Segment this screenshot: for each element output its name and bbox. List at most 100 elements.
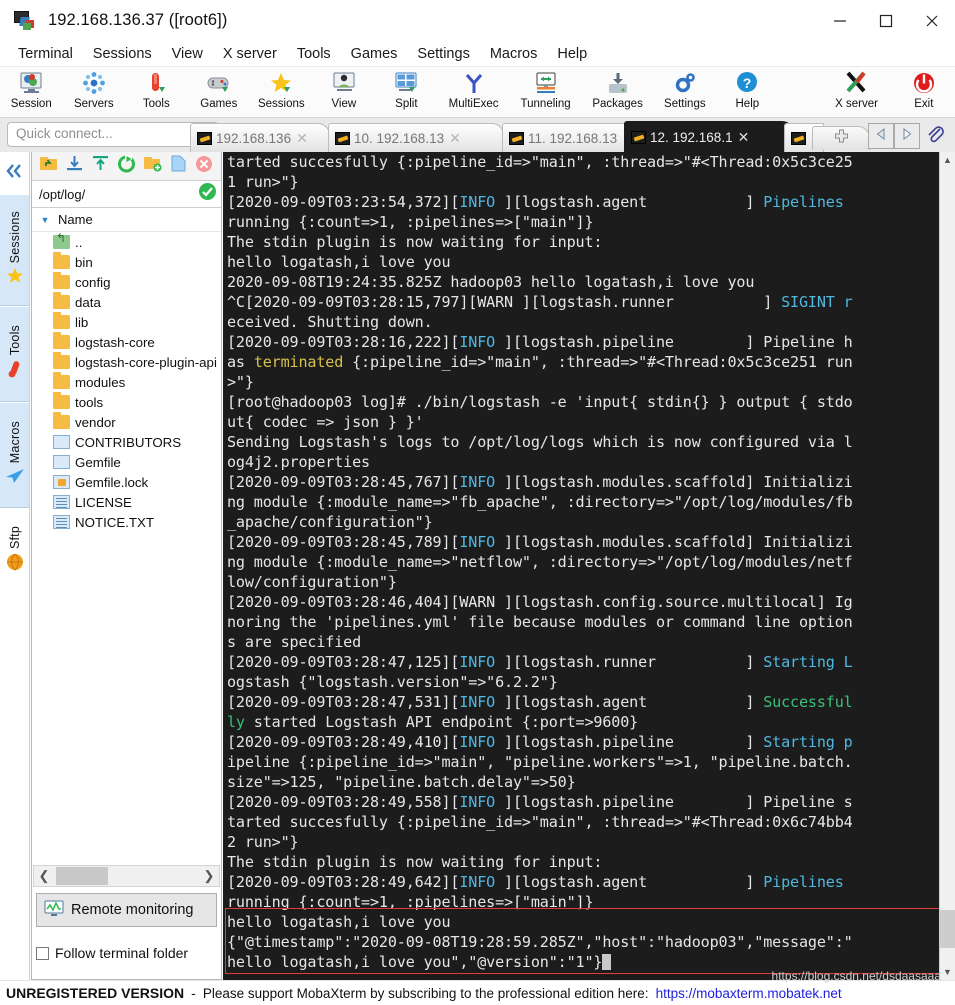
terminal-line: tarted succesfully {:pipeline_id=>"main"… (227, 813, 853, 831)
list-item[interactable]: config (32, 272, 221, 292)
menu-help[interactable]: Help (547, 44, 597, 64)
menu-settings[interactable]: Settings (407, 44, 479, 64)
sftp-go-up-button[interactable] (36, 154, 60, 178)
toolbar-button-view[interactable]: View (313, 69, 376, 110)
status-bar: UNREGISTERED VERSION - Please support Mo… (0, 980, 955, 1005)
terminal-icon (335, 131, 350, 145)
toolbar-button-tunneling[interactable]: Tunneling (510, 69, 582, 110)
scroll-left-arrow-icon[interactable]: ❮ (34, 868, 54, 884)
sftp-column-name[interactable]: Name (58, 212, 93, 227)
terminal-scrollbar[interactable]: ▲ ▼ (939, 152, 955, 980)
list-item[interactable]: logstash-core-plugin-api (32, 352, 221, 372)
close-button[interactable] (909, 0, 955, 42)
tab-close-icon[interactable]: ✕ (296, 130, 308, 147)
status-dash: - (191, 985, 196, 1001)
sftp-browser-panel: /opt/log/ ▼ Name .. bin config data lib … (31, 152, 222, 980)
toolbar-button-tools[interactable]: Tools (125, 69, 188, 110)
tab-label: 12. 192.168.1 (650, 129, 733, 145)
toolbar-button-games[interactable]: Games (188, 69, 251, 110)
multiexec-icon (461, 69, 487, 96)
list-item[interactable]: vendor (32, 412, 221, 432)
toolbar-button-sessions[interactable]: Sessions (250, 69, 313, 110)
tab-close-icon[interactable]: ✕ (449, 130, 461, 147)
attach-button[interactable] (924, 124, 946, 151)
list-item[interactable]: Gemfile.lock (32, 472, 221, 492)
list-item[interactable]: logstash-core (32, 332, 221, 352)
terminal-line: eceived. Shutting down. (227, 313, 433, 331)
sort-descending-icon[interactable]: ▼ (32, 215, 58, 225)
remote-monitoring-button[interactable]: Remote monitoring (36, 893, 217, 927)
sftp-file-list[interactable]: .. bin config data lib logstash-core log… (32, 232, 221, 861)
xserver-icon (844, 69, 870, 96)
menu-sessions[interactable]: Sessions (83, 44, 162, 64)
list-item[interactable]: tools (32, 392, 221, 412)
menu-terminal[interactable]: Terminal (8, 44, 83, 64)
tab-close-icon[interactable]: ✕ (738, 129, 750, 146)
toolbar-label: Games (200, 98, 238, 110)
file-name: NOTICE.TXT (75, 514, 155, 530)
exit-power-icon (911, 69, 937, 96)
terminal-line: [2020-09-09T03:28:49,410][INFO ][logstas… (227, 733, 853, 751)
list-item[interactable]: NOTICE.TXT (32, 512, 221, 532)
terminal-output[interactable]: tarted succesfully {:pipeline_id=>"main"… (223, 152, 955, 980)
session-tab-1[interactable]: 192.168.136 ✕ (190, 123, 330, 152)
sidebar-tab-macros[interactable]: Macros (0, 402, 29, 508)
terminal-line: as terminated {:pipeline_id=>"main", :th… (227, 353, 853, 371)
menu-x-server[interactable]: X server (213, 44, 287, 64)
toolbar-button-servers[interactable]: Servers (63, 69, 126, 110)
terminal-line: noring the 'pipelines.yml' file because … (227, 613, 853, 631)
toolbar-button-exit[interactable]: Exit (893, 69, 955, 110)
tab-nav-next-button[interactable] (894, 123, 920, 149)
status-message: Please support MobaXterm by subscribing … (202, 985, 649, 1001)
follow-terminal-folder-row[interactable]: Follow terminal folder (36, 945, 188, 961)
session-tab-4-active[interactable]: 12. 192.168.1 ✕ (624, 121, 794, 152)
new-tab-button[interactable] (812, 126, 870, 150)
list-item[interactable]: Gemfile (32, 452, 221, 472)
sftp-refresh-button[interactable] (114, 154, 138, 178)
scrollbar-thumb[interactable] (940, 910, 955, 948)
mobaxterm-link[interactable]: https://mobaxterm.mobatek.net (656, 986, 842, 1001)
sftp-new-folder-button[interactable] (140, 154, 164, 178)
sftp-horizontal-scrollbar[interactable]: ❮ ❯ (33, 865, 220, 887)
session-tab-2[interactable]: 10. 192.168.13 ✕ (328, 123, 504, 152)
list-item[interactable]: .. (32, 232, 221, 252)
sidebar-collapse-button[interactable] (0, 152, 29, 194)
toolbar-button-help[interactable]: ? Help (716, 69, 779, 110)
quick-connect-input[interactable]: Quick connect... (7, 122, 219, 147)
follow-terminal-folder-checkbox[interactable] (36, 946, 49, 960)
sidebar-tab-tools[interactable]: Tools (0, 306, 29, 402)
toolbar-button-split[interactable]: Split (375, 69, 438, 110)
toolbar-button-multiexec[interactable]: MultiExec (438, 69, 510, 110)
toolbar-button-packages[interactable]: Packages (582, 69, 654, 110)
folder-icon (53, 312, 70, 329)
sftp-new-file-button[interactable] (166, 154, 190, 178)
list-item[interactable]: data (32, 292, 221, 312)
toolbar-button-session[interactable]: Session (0, 69, 63, 110)
scroll-right-arrow-icon[interactable]: ❯ (199, 868, 219, 884)
list-item[interactable]: bin (32, 252, 221, 272)
sftp-delete-button[interactable] (192, 154, 216, 178)
maximize-button[interactable] (863, 0, 909, 42)
sidebar-tab-sessions[interactable]: Sessions (0, 194, 29, 306)
menu-macros[interactable]: Macros (480, 44, 548, 64)
sidebar-tab-sftp[interactable]: Sftp (0, 508, 29, 594)
sftp-download-button[interactable] (62, 154, 86, 178)
go-up-folder-icon (39, 155, 58, 177)
list-item[interactable]: lib (32, 312, 221, 332)
scrollbar-thumb[interactable] (56, 867, 108, 885)
sftp-path-input[interactable]: /opt/log/ (36, 187, 198, 202)
list-item[interactable]: LICENSE (32, 492, 221, 512)
minimize-button[interactable] (817, 0, 863, 42)
menu-tools[interactable]: Tools (287, 44, 341, 64)
path-ok-check-icon[interactable] (198, 182, 217, 206)
menu-games[interactable]: Games (341, 44, 408, 64)
toolbar-button-x-server[interactable]: X server (821, 69, 893, 110)
menu-view[interactable]: View (162, 44, 213, 64)
list-item[interactable]: modules (32, 372, 221, 392)
list-item[interactable]: CONTRIBUTORS (32, 432, 221, 452)
sftp-upload-button[interactable] (88, 154, 112, 178)
scroll-down-arrow-icon[interactable]: ▼ (940, 964, 955, 980)
tab-nav-prev-button[interactable] (868, 123, 894, 149)
scroll-up-arrow-icon[interactable]: ▲ (940, 152, 955, 168)
toolbar-button-settings[interactable]: Settings (654, 69, 717, 110)
